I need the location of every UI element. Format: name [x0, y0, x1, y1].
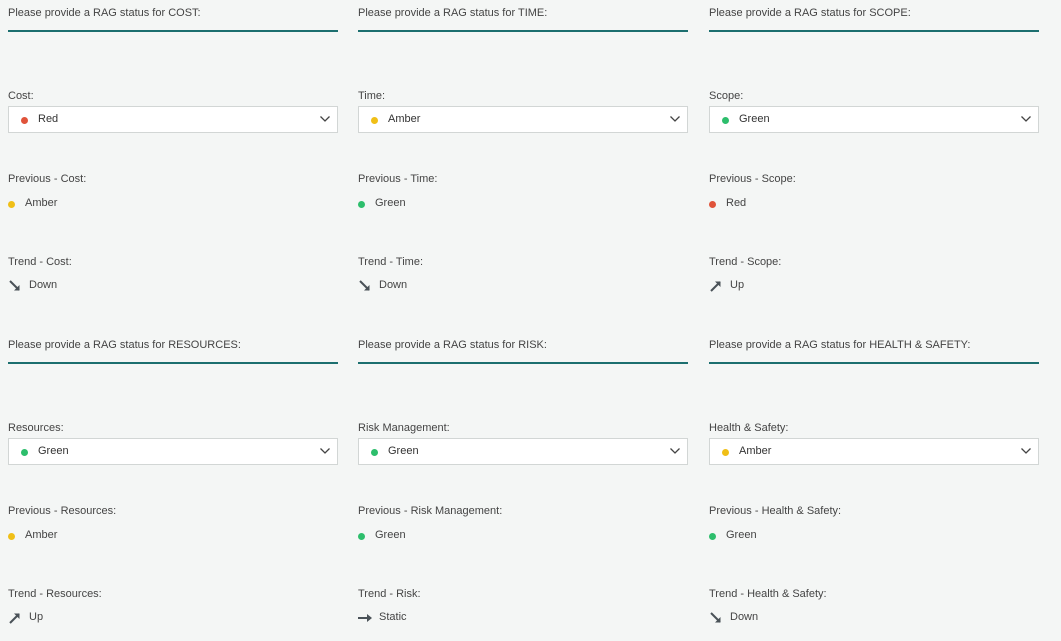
previous-status-label: Previous - Scope:: [709, 173, 796, 185]
selected-status-value: Amber: [739, 445, 772, 457]
selected-status-value: Green: [38, 445, 69, 457]
section-divider: [709, 30, 1039, 32]
previous-status-label: Previous - Resources:: [8, 505, 117, 517]
previous-status-label: Previous - Cost:: [8, 173, 87, 185]
previous-status-label: Previous - Health & Safety:: [709, 505, 842, 517]
section-heading: Please provide a RAG status for SCOPE:: [709, 7, 911, 19]
previous-status-value: Green: [375, 529, 406, 541]
status-dot-icon: [371, 117, 378, 124]
rag-section-time: Please provide a RAG status for TIME: Ti…: [358, 0, 689, 300]
arrow-up-right-icon: [709, 279, 723, 293]
previous-status-value: Green: [375, 197, 406, 209]
section-divider: [358, 30, 688, 32]
section-heading: Please provide a RAG status for RESOURCE…: [8, 339, 241, 351]
section-divider: [709, 362, 1039, 364]
health-safety-status-select[interactable]: Amber: [709, 438, 1039, 465]
chevron-down-icon[interactable]: [669, 113, 681, 125]
current-status-label: Risk Management:: [358, 422, 450, 434]
risk-management-status-select[interactable]: Green: [358, 438, 688, 465]
trend-label: Trend - Cost:: [8, 256, 72, 268]
status-dot-icon: [371, 449, 378, 456]
time-status-select[interactable]: Amber: [358, 106, 688, 133]
section-heading: Please provide a RAG status for TIME:: [358, 7, 548, 19]
arrow-down-right-icon: [8, 279, 22, 293]
rag-section-resources: Please provide a RAG status for RESOURCE…: [8, 332, 339, 632]
trend-label: Trend - Resources:: [8, 588, 102, 600]
status-dot-icon: [709, 201, 716, 208]
section-heading: Please provide a RAG status for COST:: [8, 7, 201, 19]
status-dot-icon: [21, 117, 28, 124]
status-dot-icon: [8, 201, 15, 208]
arrow-up-right-icon: [8, 611, 22, 625]
chevron-down-icon[interactable]: [1020, 445, 1032, 457]
previous-status-label: Previous - Risk Management:: [358, 505, 503, 517]
cost-status-select[interactable]: Red: [8, 106, 338, 133]
section-heading: Please provide a RAG status for RISK:: [358, 339, 547, 351]
trend-label: Trend - Time:: [358, 256, 423, 268]
previous-status-value: Amber: [25, 197, 58, 209]
trend-value: Down: [379, 279, 408, 291]
trend-label: Trend - Risk:: [358, 588, 421, 600]
chevron-down-icon[interactable]: [669, 445, 681, 457]
chevron-down-icon[interactable]: [319, 113, 331, 125]
trend-value: Static: [379, 611, 407, 623]
previous-status-label: Previous - Time:: [358, 173, 438, 185]
resources-status-select[interactable]: Green: [8, 438, 338, 465]
arrow-right-icon: [358, 611, 372, 625]
status-dot-icon: [21, 449, 28, 456]
rag-section-cost: Please provide a RAG status for COST: Co…: [8, 0, 339, 300]
current-status-label: Time:: [358, 90, 386, 102]
status-dot-icon: [358, 533, 365, 540]
selected-status-value: Green: [388, 445, 419, 457]
status-dot-icon: [8, 533, 15, 540]
arrow-down-right-icon: [709, 611, 723, 625]
rag-section-risk-management: Please provide a RAG status for RISK: Ri…: [358, 332, 689, 632]
current-status-label: Resources:: [8, 422, 64, 434]
selected-status-value: Green: [739, 113, 770, 125]
rag-section-health-safety: Please provide a RAG status for HEALTH &…: [709, 332, 1040, 632]
chevron-down-icon[interactable]: [1020, 113, 1032, 125]
rag-section-scope: Please provide a RAG status for SCOPE: S…: [709, 0, 1040, 300]
scope-status-select[interactable]: Green: [709, 106, 1039, 133]
rag-status-form: Please provide a RAG status for COST: Co…: [0, 0, 1061, 641]
chevron-down-icon[interactable]: [319, 445, 331, 457]
selected-status-value: Amber: [388, 113, 421, 125]
trend-label: Trend - Scope:: [709, 256, 782, 268]
trend-value: Down: [29, 279, 58, 291]
trend-value: Up: [730, 279, 745, 291]
selected-status-value: Red: [38, 113, 59, 125]
status-dot-icon: [722, 449, 729, 456]
status-dot-icon: [722, 117, 729, 124]
current-status-label: Health & Safety:: [709, 422, 789, 434]
previous-status-value: Green: [726, 529, 757, 541]
status-dot-icon: [709, 533, 716, 540]
status-dot-icon: [358, 201, 365, 208]
previous-status-value: Amber: [25, 529, 58, 541]
section-divider: [8, 362, 338, 364]
trend-value: Up: [29, 611, 44, 623]
current-status-label: Cost:: [8, 90, 34, 102]
trend-label: Trend - Health & Safety:: [709, 588, 827, 600]
section-divider: [8, 30, 338, 32]
section-divider: [358, 362, 688, 364]
previous-status-value: Red: [726, 197, 747, 209]
section-heading: Please provide a RAG status for HEALTH &…: [709, 339, 971, 351]
current-status-label: Scope:: [709, 90, 744, 102]
trend-value: Down: [730, 611, 759, 623]
arrow-down-right-icon: [358, 279, 372, 293]
